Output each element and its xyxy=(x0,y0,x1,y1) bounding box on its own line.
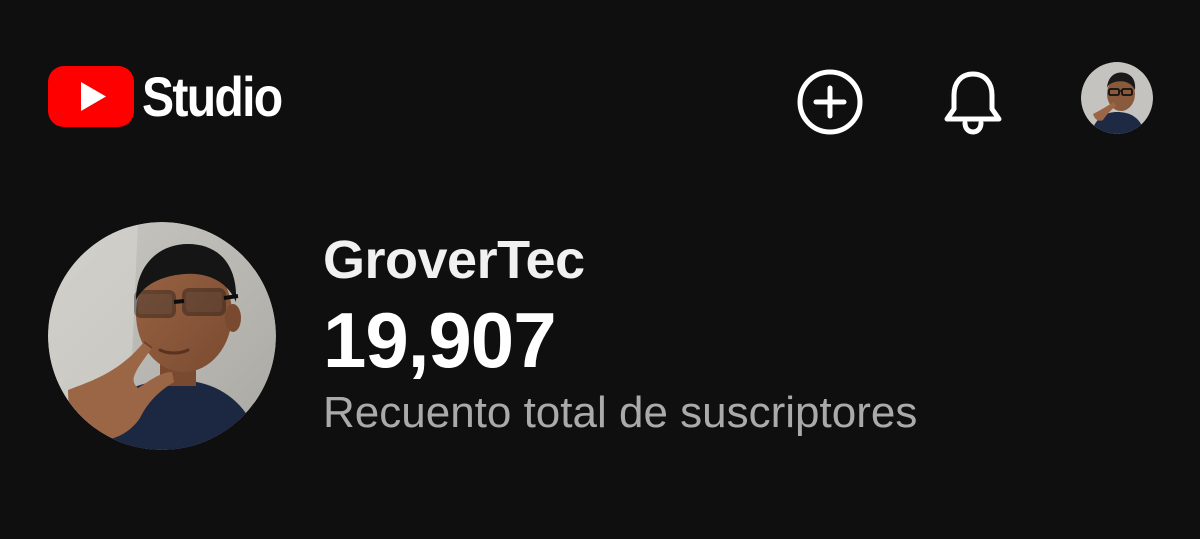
account-button[interactable] xyxy=(1080,61,1154,135)
studio-logo-text: Studio xyxy=(142,65,283,128)
channel-avatar[interactable] xyxy=(48,222,276,450)
bell-icon xyxy=(944,71,1002,135)
subscriber-count-label: Recuento total de suscriptores xyxy=(323,388,918,437)
youtube-studio-logo[interactable]: Studio xyxy=(48,66,304,127)
channel-name[interactable]: GroverTec xyxy=(323,228,917,292)
plus-circle-icon xyxy=(797,69,863,135)
top-app-bar: Studio xyxy=(0,0,1200,200)
channel-summary: GroverTec 19,907 Recuento total de suscr… xyxy=(323,228,917,440)
channel-avatar-image xyxy=(48,222,276,450)
notifications-button[interactable] xyxy=(935,64,1011,140)
account-avatar xyxy=(1081,62,1153,134)
create-button[interactable] xyxy=(792,64,868,140)
subscriber-count: 19,907 xyxy=(323,296,557,384)
youtube-play-icon xyxy=(48,66,134,127)
